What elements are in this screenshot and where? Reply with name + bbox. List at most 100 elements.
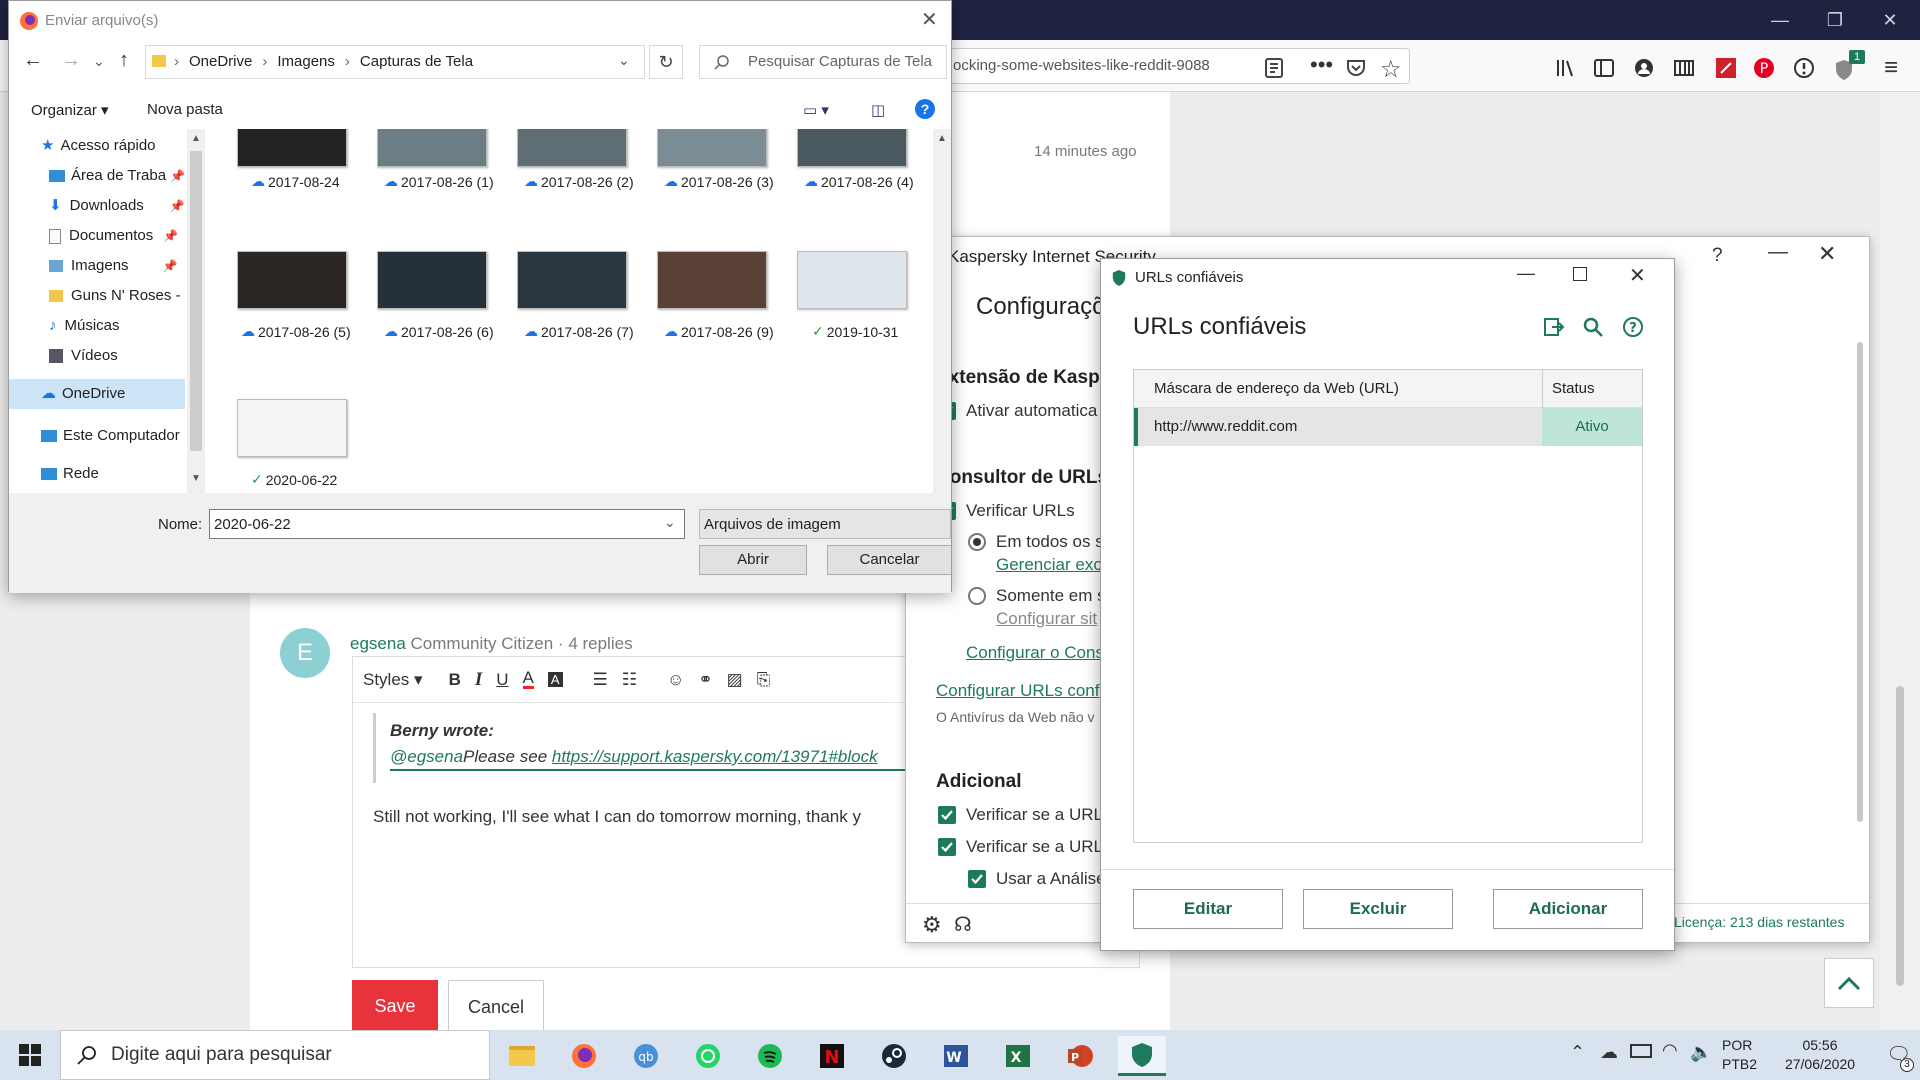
save-button[interactable]: Save — [352, 980, 438, 1032]
help-icon[interactable]: ? — [915, 99, 935, 119]
file-item[interactable]: ☁ 2017-08-26 (7) — [524, 323, 664, 340]
manage-exclusions-link[interactable]: Gerenciar exc — [996, 555, 1102, 575]
pocket-icon[interactable] — [1344, 56, 1368, 80]
file-thumbnail[interactable] — [237, 251, 347, 309]
file-item[interactable]: ☁ 2017-08-26 (1) — [384, 173, 524, 190]
spotify-icon[interactable] — [746, 1036, 794, 1076]
powerpoint-icon[interactable]: P — [1056, 1036, 1104, 1076]
language-indicator[interactable]: POR PTB2 — [1722, 1036, 1757, 1074]
nav-scrollbar[interactable]: ▲ ▼ — [187, 129, 205, 493]
firefox-icon[interactable] — [560, 1036, 608, 1076]
breadcrumb-imagens[interactable]: Imagens — [277, 53, 335, 70]
file-thumbnail[interactable] — [237, 129, 347, 167]
breadcrumb-onedrive[interactable]: OneDrive — [189, 53, 252, 70]
styles-dropdown[interactable]: Styles ▾ — [363, 670, 423, 690]
link-icon[interactable]: ⚭ — [698, 670, 712, 690]
netflix-icon[interactable]: N — [808, 1036, 856, 1076]
file-item[interactable]: ✓ 2019-10-31 — [812, 323, 933, 340]
file-thumbnail[interactable] — [657, 251, 767, 309]
help-icon[interactable]: ? — [1621, 315, 1645, 339]
file-item[interactable]: ☁ 2017-08-24 — [251, 173, 391, 190]
search-icon[interactable] — [1581, 315, 1605, 339]
cancel-button[interactable]: Cancel — [448, 980, 544, 1032]
emoji-icon[interactable]: ☺ — [667, 670, 684, 690]
sidebar-icon[interactable] — [1592, 56, 1616, 80]
chevron-down-icon[interactable]: ⌄ — [618, 52, 630, 69]
wifi-icon[interactable]: ◠ — [1662, 1040, 1678, 1061]
maximize-icon[interactable] — [1573, 267, 1587, 281]
search-input[interactable]: Pesquisar Capturas de Tela — [699, 45, 947, 79]
nav-network[interactable]: Rede — [9, 459, 99, 489]
preview-pane-icon[interactable]: ◫ — [871, 101, 885, 119]
nav-documents[interactable]: Documentos 📌 — [9, 221, 178, 251]
help-button[interactable]: ? — [1712, 245, 1723, 267]
configure-advisor-link[interactable]: Configurar o Cons — [966, 643, 1104, 663]
restore-icon[interactable]: ❐ — [1805, 0, 1865, 40]
delete-button[interactable]: Excluir — [1303, 889, 1453, 929]
page-scrollbar[interactable] — [1880, 92, 1920, 1030]
underline-icon[interactable]: U — [496, 670, 508, 690]
close-icon[interactable]: ✕ — [1860, 0, 1920, 40]
reader-view-icon[interactable] — [1262, 56, 1286, 80]
table-row[interactable]: http://www.reddit.com Ativo — [1134, 408, 1642, 446]
onedrive-tray-icon[interactable]: ☁ — [1600, 1042, 1618, 1063]
license-info[interactable]: Licença: 213 dias restantes — [1674, 914, 1844, 930]
nav-videos[interactable]: Vídeos — [9, 341, 118, 371]
col-status-header[interactable]: Status — [1552, 380, 1595, 397]
file-thumbnail[interactable] — [377, 129, 487, 167]
close-icon[interactable]: ✕ — [1629, 263, 1646, 288]
file-thumbnail[interactable] — [377, 251, 487, 309]
bold-icon[interactable]: B — [449, 670, 461, 690]
minimize-icon[interactable]: — — [1517, 263, 1535, 284]
open-button[interactable]: Abrir — [699, 545, 807, 575]
file-item[interactable]: ☁ 2017-08-26 (6) — [384, 323, 524, 340]
attachment-icon[interactable]: ⎘ — [757, 670, 771, 690]
font-color-icon[interactable]: A — [522, 669, 534, 689]
extension-grid-icon[interactable] — [1672, 56, 1696, 80]
radio-all-sites[interactable] — [968, 533, 986, 551]
file-explorer-icon[interactable] — [498, 1036, 546, 1076]
kaspersky-taskbar-icon[interactable] — [1118, 1036, 1166, 1076]
chevron-down-icon[interactable]: ⌄ — [664, 514, 676, 531]
nav-quick-access[interactable]: ★ Acesso rápido — [9, 131, 156, 161]
pdf-extension-icon[interactable] — [1714, 56, 1738, 80]
clock[interactable]: 05:56 27/06/2020 — [1770, 1036, 1870, 1074]
steam-icon[interactable] — [870, 1036, 918, 1076]
chevron-up-icon[interactable]: ⌃ — [1570, 1042, 1585, 1063]
account-icon[interactable] — [1632, 56, 1656, 80]
gear-icon[interactable]: ⚙ — [922, 912, 942, 938]
taskbar-search-input[interactable]: Digite aqui para pesquisar — [60, 1030, 490, 1080]
filetype-select[interactable]: Arquivos de imagem — [699, 509, 951, 539]
volume-icon[interactable]: 🔈 — [1690, 1042, 1712, 1063]
add-button[interactable]: Adicionar — [1493, 889, 1643, 929]
export-icon[interactable] — [1541, 315, 1565, 339]
file-item[interactable]: ☁ 2017-08-26 (5) — [241, 323, 381, 340]
menu-icon[interactable]: ≡ — [1884, 54, 1898, 82]
back-arrow-icon[interactable]: ← — [23, 49, 43, 72]
nav-music[interactable]: ♪ Músicas — [9, 311, 120, 341]
file-item[interactable]: ☁ 2017-08-26 (2) — [524, 173, 664, 190]
refresh-icon[interactable]: ↻ — [649, 45, 683, 79]
configure-trusted-urls-link[interactable]: Configurar URLs conf — [936, 681, 1099, 701]
file-item[interactable]: ☁ 2017-08-26 (3) — [664, 173, 804, 190]
file-item[interactable]: ☁ 2017-08-26 (4) — [804, 173, 933, 190]
new-folder-button[interactable]: Nova pasta — [147, 101, 223, 118]
close-icon[interactable]: ✕ — [1818, 241, 1836, 267]
file-thumbnail[interactable] — [797, 129, 907, 167]
recent-dropdown-icon[interactable]: ⌄ — [93, 53, 105, 70]
nav-guns[interactable]: Guns N' Roses - — [9, 281, 181, 311]
nav-pictures[interactable]: Imagens 📌 — [9, 251, 178, 281]
scroll-top-button[interactable] — [1824, 958, 1874, 1008]
additional-checkbox-2[interactable] — [938, 838, 956, 856]
nav-scrollbar-thumb[interactable] — [190, 151, 202, 451]
file-thumbnail[interactable] — [517, 129, 627, 167]
up-arrow-icon[interactable]: ↑ — [119, 49, 129, 72]
organize-menu[interactable]: Organizar ▾ — [31, 101, 109, 119]
bullet-list-icon[interactable]: ☰ — [593, 670, 608, 690]
battery-icon[interactable] — [1630, 1044, 1652, 1058]
qbittorrent-icon[interactable]: qb — [622, 1036, 670, 1076]
file-item[interactable]: ☁ 2017-08-26 (9) — [664, 323, 804, 340]
nav-desktop[interactable]: Área de Traba 📌 — [9, 161, 185, 191]
whatsapp-icon[interactable] — [684, 1036, 732, 1076]
file-grid-scrollbar[interactable]: ▲ — [933, 129, 951, 493]
